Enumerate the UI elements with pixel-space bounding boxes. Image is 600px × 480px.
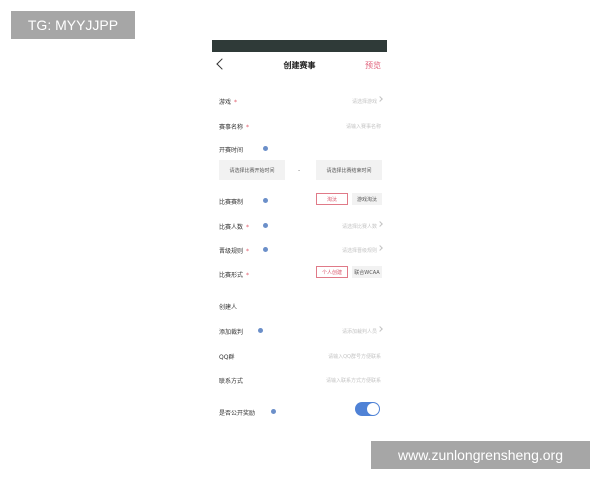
contact-input[interactable]: 请输入联系方式方便联系 [326, 377, 381, 384]
start-time-label: 开赛时间 [219, 147, 244, 154]
format-option-knockout[interactable]: 淘汰 [316, 193, 348, 205]
contact-label: 联系方式 [219, 378, 244, 385]
style-option-personal[interactable]: 个人创建 [316, 266, 348, 278]
name-label: 赛事名称 * [219, 124, 250, 131]
info-icon[interactable] [263, 146, 268, 151]
game-hint: 请选择游戏 [351, 99, 377, 105]
players-label: 比赛人数 * [219, 224, 250, 231]
qq-group-input[interactable]: 请输入QQ群号方便联系 [328, 353, 381, 360]
chevron-right-icon [377, 96, 383, 102]
info-icon[interactable] [263, 198, 268, 203]
status-bar [212, 40, 387, 52]
watermark-bottom-right: www.zunlongrensheng.org [371, 441, 590, 469]
referee-label: 添加裁判 [219, 329, 244, 336]
style-label: 比赛形式 * [219, 272, 250, 279]
game-label: 游戏 * [219, 99, 238, 106]
players-hint: 请选择比赛人数 [341, 224, 377, 230]
promotion-label: 晋级规则 * [219, 248, 250, 255]
name-input[interactable]: 请输入赛事名称 [346, 123, 381, 130]
format-option-game-knockout[interactable]: 游戏淘汰 [352, 193, 382, 205]
chevron-right-icon [377, 221, 383, 227]
format-label: 比赛赛制 [219, 199, 244, 206]
end-date-picker[interactable]: 请选择比赛结束时间 [316, 160, 382, 180]
chevron-right-icon [377, 326, 383, 332]
start-date-picker[interactable]: 请选择比赛开始时间 [219, 160, 285, 180]
toggle-knob [367, 403, 379, 415]
public-reward-label: 是否公开奖励 [219, 410, 256, 417]
phone-screen: 创建赛事 预览 游戏 * 请选择游戏 赛事名称 * 请输入赛事名称 开赛时间 请选择… [212, 40, 387, 440]
creator-label: 创建人 [219, 304, 238, 311]
preview-button[interactable]: 预览 [365, 60, 381, 71]
info-icon[interactable] [271, 409, 276, 414]
nav-header: 创建赛事 预览 [212, 52, 387, 80]
referee-hint: 请添加裁判人员 [341, 329, 377, 335]
page-title: 创建赛事 [283, 61, 316, 70]
watermark-top-left: TG: MYYJJPP [11, 11, 135, 39]
public-reward-toggle[interactable] [355, 402, 380, 416]
promotion-hint: 请选择晋级规则 [341, 248, 377, 254]
chevron-right-icon [377, 245, 383, 251]
qq-group-label: QQ群 [219, 354, 235, 361]
info-icon[interactable] [258, 328, 263, 333]
info-icon[interactable] [263, 223, 268, 228]
style-option-joint[interactable]: 联合WCAA [352, 266, 382, 278]
date-separator: - [298, 167, 301, 174]
info-icon[interactable] [263, 247, 268, 252]
